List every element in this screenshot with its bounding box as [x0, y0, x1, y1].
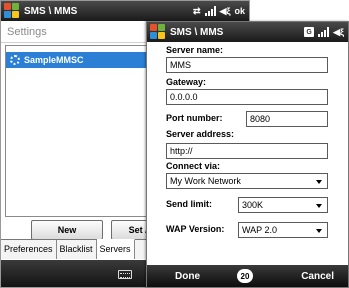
wap-version-select[interactable]: WAP 2.0 [238, 222, 328, 238]
server-item-label: SampleMMSC [24, 55, 84, 65]
gprs-badge: G [304, 27, 315, 37]
volume-icon: ◀ξ [219, 5, 231, 16]
windows-flag-icon[interactable] [4, 3, 20, 19]
tab-blacklist[interactable]: Blacklist [57, 240, 97, 259]
chevron-down-icon [316, 229, 322, 233]
gateway-field[interactable]: 0.0.0.0 [166, 89, 328, 105]
send-limit-select[interactable]: 300K [238, 197, 328, 213]
gateway-label: Gateway: [166, 77, 207, 87]
server-name-label: Server name: [166, 45, 224, 55]
connect-via-select[interactable]: My Work Network [166, 173, 328, 189]
volume-icon: ◀ξ [333, 26, 344, 37]
keyboard-icon[interactable] [118, 270, 132, 279]
server-address-label: Server address: [166, 129, 235, 139]
port-number-field[interactable]: 8080 [246, 111, 328, 127]
back-window-title: SMS \ MMS [24, 5, 78, 17]
cancel-softkey[interactable]: Cancel [301, 271, 334, 282]
port-number-label: Port number: [166, 113, 223, 123]
tab-preferences[interactable]: Preferences [1, 240, 57, 259]
new-button[interactable]: New [31, 220, 103, 240]
chevron-down-icon [316, 180, 322, 184]
connectivity-icon: ⇄ [193, 5, 201, 16]
back-status-icons: ⇄ ◀ξ ok [193, 6, 249, 17]
server-gear-icon [10, 55, 20, 65]
signal-icon [318, 27, 330, 37]
wap-version-value: WAP 2.0 [242, 225, 278, 235]
chevron-down-icon [316, 204, 322, 208]
wap-version-label: WAP Version: [166, 224, 225, 234]
signal-icon [204, 6, 216, 16]
server-address-field[interactable]: http:// [166, 143, 328, 159]
front-softkey-bar: Done 20 Cancel [147, 265, 348, 287]
windows-flag-icon[interactable] [150, 24, 166, 40]
back-title-bar: SMS \ MMS ⇄ ◀ξ ok [1, 1, 249, 21]
done-softkey[interactable]: Done [175, 271, 200, 282]
send-limit-value: 300K [242, 200, 264, 210]
mms-server-window: SMS \ MMS G ◀ξ Server name: MMS Gateway:… [146, 21, 349, 288]
front-status-icons: G ◀ξ [304, 27, 348, 38]
connect-via-label: Connect via: [166, 161, 221, 171]
ok-button[interactable]: ok [234, 6, 245, 16]
front-title-bar: SMS \ MMS G ◀ξ [147, 22, 348, 42]
send-limit-label: Send limit: [166, 199, 213, 209]
notification-badge[interactable]: 20 [237, 269, 253, 283]
connect-via-value: My Work Network [170, 176, 241, 186]
tab-servers[interactable]: Servers [96, 239, 135, 259]
front-window-title: SMS \ MMS [170, 26, 224, 38]
mms-server-form: Server name: MMS Gateway: 0.0.0.0 Port n… [147, 42, 348, 265]
server-name-field[interactable]: MMS [166, 57, 328, 73]
